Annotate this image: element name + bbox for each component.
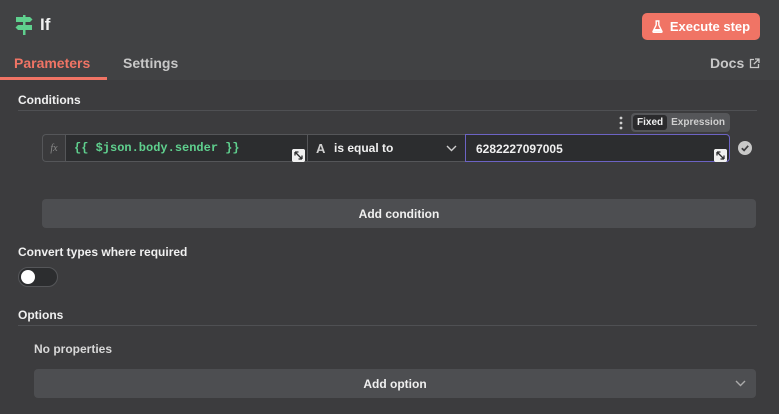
more-vertical-icon[interactable] [618, 116, 624, 130]
expand-editor-icon[interactable] [714, 149, 727, 162]
check-circle-icon [738, 141, 752, 155]
chevron-down-icon [735, 380, 746, 387]
no-properties-text: No properties [34, 342, 113, 356]
add-condition-button[interactable]: Add condition [42, 199, 756, 228]
tab-parameters[interactable]: Parameters [14, 55, 90, 71]
toggle-knob [21, 270, 35, 284]
conditions-divider [18, 110, 757, 111]
add-option-button[interactable]: Add option [34, 369, 756, 398]
convert-types-label: Convert types where required [18, 245, 188, 259]
execute-step-button[interactable]: Execute step [642, 13, 760, 40]
chevron-down-icon [446, 145, 457, 151]
options-title: Options [18, 308, 64, 322]
fx-indicator: fx [42, 134, 65, 162]
docs-link[interactable]: Docs [710, 55, 760, 71]
operator-select[interactable]: A is equal to [307, 134, 465, 162]
execute-step-label: Execute step [669, 19, 751, 34]
mode-fixed-option[interactable]: Fixed [633, 115, 668, 130]
docs-label: Docs [710, 55, 745, 71]
conditions-title: Conditions [18, 93, 81, 107]
fixed-expression-toggle[interactable]: Fixed Expression [631, 113, 730, 132]
signpost-icon [15, 15, 33, 35]
flask-icon [652, 20, 663, 33]
left-value-expression-field[interactable]: {{ $json.body.sender }} [65, 134, 307, 162]
expand-editor-icon[interactable] [292, 149, 305, 162]
right-value-field[interactable]: 6282227097005 [465, 134, 730, 162]
options-divider [18, 325, 757, 326]
node-title: If [40, 15, 51, 34]
string-type-icon: A [316, 140, 326, 156]
tab-settings[interactable]: Settings [123, 55, 178, 71]
operator-label: is equal to [334, 141, 394, 155]
external-link-icon [750, 57, 760, 68]
active-tab-indicator [0, 77, 107, 80]
mode-expression-option[interactable]: Expression [671, 117, 725, 128]
convert-types-toggle[interactable] [18, 267, 58, 287]
add-option-label: Add option [363, 376, 427, 391]
node-header: If Execute step Parameters Settings Docs [0, 0, 779, 80]
